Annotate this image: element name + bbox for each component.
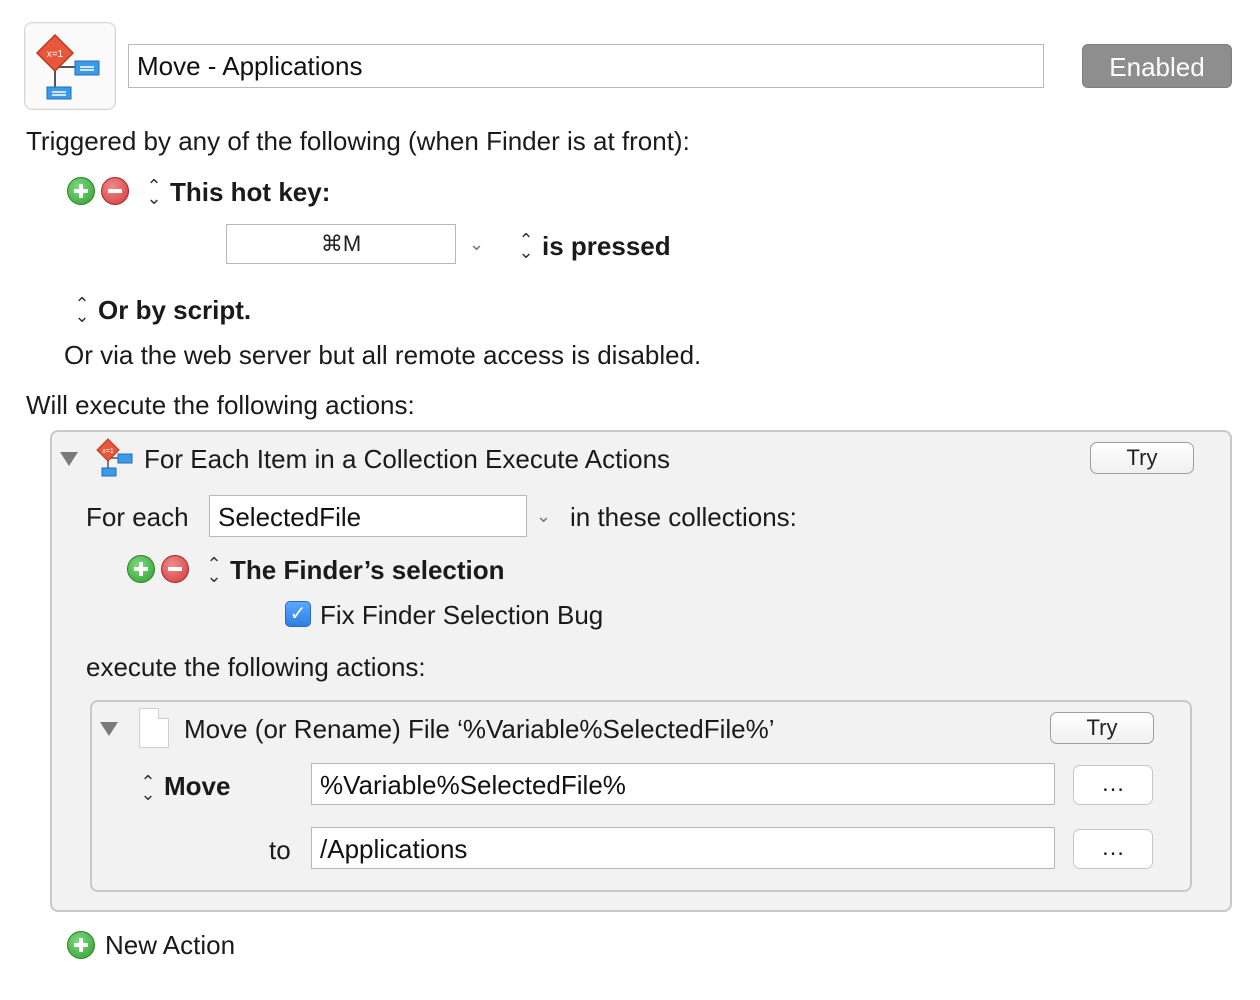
- move-disclosure-triangle-icon[interactable]: [100, 722, 118, 736]
- move-action-title: Move (or Rename) File ‘%Variable%Selecte…: [184, 714, 775, 744]
- for-each-action-icon: x=1: [96, 438, 133, 477]
- svg-text:x=1: x=1: [47, 49, 64, 60]
- move-mode-updown-icon[interactable]: ⌃ ⌄: [140, 773, 156, 803]
- variable-field[interactable]: SelectedFile: [209, 495, 527, 537]
- source-browse-button[interactable]: …: [1073, 765, 1153, 805]
- variable-chevron-down-icon[interactable]: ⌄: [536, 506, 551, 527]
- collection-updown-icon[interactable]: ⌃ ⌄: [206, 555, 222, 585]
- web-server-text: Or via the web server but all remote acc…: [64, 340, 702, 370]
- try-button[interactable]: Try: [1090, 442, 1194, 474]
- macro-icon[interactable]: x=1: [24, 22, 116, 110]
- disclosure-triangle-icon[interactable]: [60, 452, 78, 466]
- chevron-down-icon[interactable]: ⌄: [469, 234, 484, 255]
- source-path-field[interactable]: %Variable%SelectedFile%: [311, 763, 1055, 805]
- destination-browse-button[interactable]: …: [1073, 829, 1153, 869]
- execute-label: execute the following actions:: [86, 652, 426, 682]
- svg-text:x=1: x=1: [102, 448, 114, 455]
- add-collection-button[interactable]: [127, 555, 155, 583]
- new-action-label[interactable]: New Action: [105, 930, 235, 960]
- document-icon: [139, 708, 169, 748]
- hotkey-trigger-label[interactable]: This hot key:: [170, 177, 330, 207]
- enabled-button[interactable]: Enabled: [1082, 44, 1232, 88]
- new-action-plus-icon[interactable]: [67, 931, 95, 959]
- fix-bug-label[interactable]: Fix Finder Selection Bug: [320, 600, 603, 630]
- collections-label: in these collections:: [570, 502, 797, 532]
- condition-updown-icon[interactable]: ⌃ ⌄: [518, 231, 534, 261]
- add-trigger-button[interactable]: [67, 177, 95, 205]
- remove-trigger-button[interactable]: [101, 177, 129, 205]
- for-each-label: For each: [86, 502, 189, 532]
- destination-path-field[interactable]: /Applications: [311, 827, 1055, 869]
- script-trigger-updown-icon[interactable]: ⌃ ⌄: [74, 295, 90, 325]
- collection-source[interactable]: The Finder’s selection: [230, 555, 505, 585]
- hotkey-field[interactable]: ⌘M: [226, 224, 456, 264]
- move-try-button[interactable]: Try: [1050, 712, 1154, 744]
- triggers-header: Triggered by any of the following (when …: [26, 126, 690, 156]
- fix-bug-checkbox[interactable]: ✓: [285, 601, 311, 627]
- move-mode-label[interactable]: Move: [164, 771, 230, 801]
- macro-name-field[interactable]: Move - Applications: [128, 44, 1044, 88]
- script-trigger-label[interactable]: Or by script.: [98, 295, 251, 325]
- trigger-type-updown-icon[interactable]: ⌃ ⌄: [146, 177, 162, 207]
- flowchart-icon: x=1: [35, 33, 100, 100]
- remove-collection-button[interactable]: [161, 555, 189, 583]
- hotkey-condition[interactable]: is pressed: [542, 231, 671, 261]
- actions-header: Will execute the following actions:: [26, 390, 415, 420]
- to-label: to: [269, 835, 291, 865]
- for-each-action-title: For Each Item in a Collection Execute Ac…: [144, 444, 671, 474]
